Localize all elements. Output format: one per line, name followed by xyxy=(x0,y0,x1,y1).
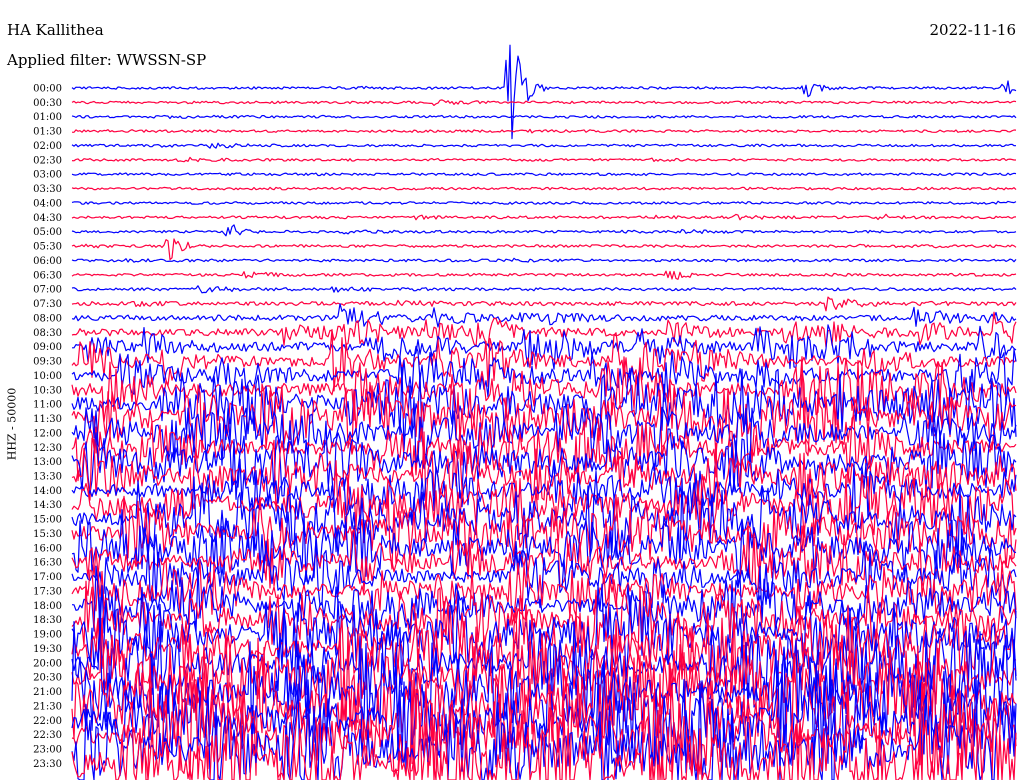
seismic-trace xyxy=(71,224,1017,237)
seismic-trace xyxy=(71,44,1017,140)
time-tick-label: 18:00 xyxy=(33,601,62,612)
seismic-trace xyxy=(71,270,1017,280)
seismic-trace xyxy=(71,114,1017,120)
time-tick-label: 02:30 xyxy=(33,155,62,166)
time-tick-label: 15:30 xyxy=(33,529,62,540)
time-tick-label: 03:30 xyxy=(33,184,62,195)
trace-group xyxy=(71,44,1017,780)
seismic-trace xyxy=(71,200,1017,205)
time-tick-label: 16:30 xyxy=(33,558,62,569)
time-tick-label: 22:00 xyxy=(33,716,62,727)
time-tick-label: 08:30 xyxy=(33,328,62,339)
time-tick-label: 13:00 xyxy=(33,457,62,468)
time-tick-label: 13:30 xyxy=(33,471,62,482)
seismic-trace xyxy=(71,356,1017,431)
time-tick-label: 01:00 xyxy=(33,112,62,123)
seismic-trace xyxy=(71,303,1017,328)
time-tick-label: 06:00 xyxy=(33,256,62,267)
seismic-trace xyxy=(71,285,1017,294)
seismic-trace xyxy=(71,128,1017,134)
time-tick-label: 21:00 xyxy=(33,687,62,698)
time-tick-label: 10:30 xyxy=(33,385,62,396)
time-tick-label: 12:30 xyxy=(33,443,62,454)
time-tick-label: 20:30 xyxy=(33,673,62,684)
seismic-trace xyxy=(71,156,1016,163)
time-tick-label: 00:00 xyxy=(33,84,62,95)
time-tick-label: 22:30 xyxy=(33,730,62,741)
time-tick-label: 14:30 xyxy=(33,500,62,511)
time-tick-label: 20:00 xyxy=(33,658,62,669)
time-tick-label: 16:00 xyxy=(33,543,62,554)
time-tick-label: 04:00 xyxy=(33,198,62,209)
seismic-trace xyxy=(71,186,1017,191)
time-tick-label: 07:30 xyxy=(33,299,62,310)
time-tick-label: 19:00 xyxy=(33,630,62,641)
time-tick-label: 05:00 xyxy=(33,227,62,238)
time-tick-label: 07:00 xyxy=(33,285,62,296)
time-tick-label: 08:00 xyxy=(33,313,62,324)
time-tick-label: 11:00 xyxy=(33,400,62,411)
time-tick-label: 09:00 xyxy=(33,342,62,353)
time-tick-label: 09:30 xyxy=(33,357,62,368)
seismic-trace xyxy=(71,142,1017,149)
time-tick-label: 03:00 xyxy=(33,170,62,181)
seismic-trace xyxy=(71,172,1017,177)
time-tick-label: 23:30 xyxy=(33,759,62,770)
time-tick-label: 21:30 xyxy=(33,701,62,712)
time-tick-label: 02:00 xyxy=(33,141,62,152)
helicorder-plot: 00:00 00:30 01:00 01:30 02:00 02:30 03:00 03:30… xyxy=(33,44,1017,780)
seismic-trace xyxy=(71,238,1017,261)
time-tick-label: 06:30 xyxy=(33,270,62,281)
time-tick-label: 11:30 xyxy=(33,414,62,425)
time-tick-label: 10:00 xyxy=(33,371,62,382)
time-tick-label: 00:30 xyxy=(33,98,62,109)
time-tick-label: 14:00 xyxy=(33,486,62,497)
time-tick-label: 19:30 xyxy=(33,644,62,655)
time-tick-label: 23:00 xyxy=(33,745,62,756)
time-tick-label: 05:30 xyxy=(33,242,62,253)
time-tick-label: 17:00 xyxy=(33,572,62,583)
time-tick-label: 04:30 xyxy=(33,213,62,224)
time-tick-label: 01:30 xyxy=(33,127,62,138)
time-tick-label: 12:00 xyxy=(33,428,62,439)
time-tick-labels: 00:00 00:30 01:00 01:30 02:00 02:30 03:00 03:30… xyxy=(33,84,62,770)
seismic-trace xyxy=(71,99,1017,106)
time-tick-label: 15:00 xyxy=(33,515,62,526)
seismic-trace xyxy=(71,257,1017,263)
seismic-trace xyxy=(71,296,1017,312)
time-tick-label: 18:30 xyxy=(33,615,62,626)
time-tick-label: 17:30 xyxy=(33,586,62,597)
seismic-trace xyxy=(71,213,1017,221)
